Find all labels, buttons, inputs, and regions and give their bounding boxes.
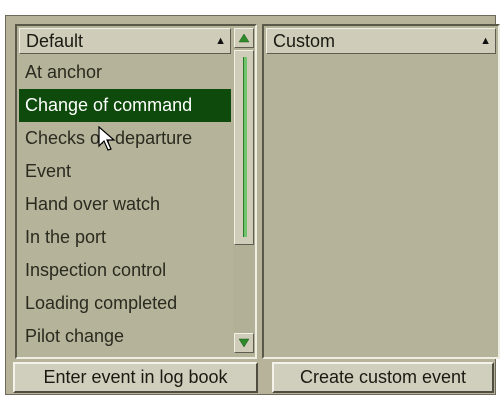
vertical-scrollbar[interactable] [233, 28, 255, 353]
sort-up-icon: ▲ [480, 35, 491, 47]
default-list-header[interactable]: Default ▲ [19, 28, 231, 54]
custom-list-header[interactable]: Custom ▲ [266, 28, 496, 54]
scroll-thumb-grip [243, 57, 247, 237]
sort-up-icon: ▲ [215, 35, 226, 47]
list-item[interactable]: Checks on departure [19, 122, 231, 155]
scroll-down-button[interactable] [234, 333, 254, 353]
list-item[interactable]: In the port [19, 221, 231, 254]
list-item[interactable]: Pilot change [19, 320, 231, 353]
list-item-selected[interactable]: Change of command [19, 89, 231, 122]
list-item[interactable]: Inspection control [19, 254, 231, 287]
event-dialog: Default ▲ At anchor Change of command Ch… [5, 15, 500, 395]
default-list-header-label: Default [26, 31, 84, 51]
arrow-down-icon [238, 338, 250, 348]
mouse-pointer-icon [98, 126, 116, 151]
scroll-thumb[interactable] [234, 50, 254, 245]
default-events-panel: Default ▲ At anchor Change of command Ch… [15, 24, 257, 359]
custom-list-header-label: Custom [273, 31, 336, 51]
list-item[interactable]: Hand over watch [19, 188, 231, 221]
list-item[interactable]: At anchor [19, 56, 231, 89]
scroll-up-button[interactable] [234, 28, 254, 48]
custom-events-panel: Custom ▲ [262, 24, 500, 359]
list-item[interactable]: Loading completed [19, 287, 231, 320]
default-events-list: At anchor Change of command Checks on de… [19, 56, 231, 353]
enter-event-button[interactable]: Enter event in log book [13, 362, 258, 393]
list-item[interactable]: Event [19, 155, 231, 188]
create-custom-event-button[interactable]: Create custom event [272, 362, 494, 393]
arrow-up-icon [238, 33, 250, 43]
